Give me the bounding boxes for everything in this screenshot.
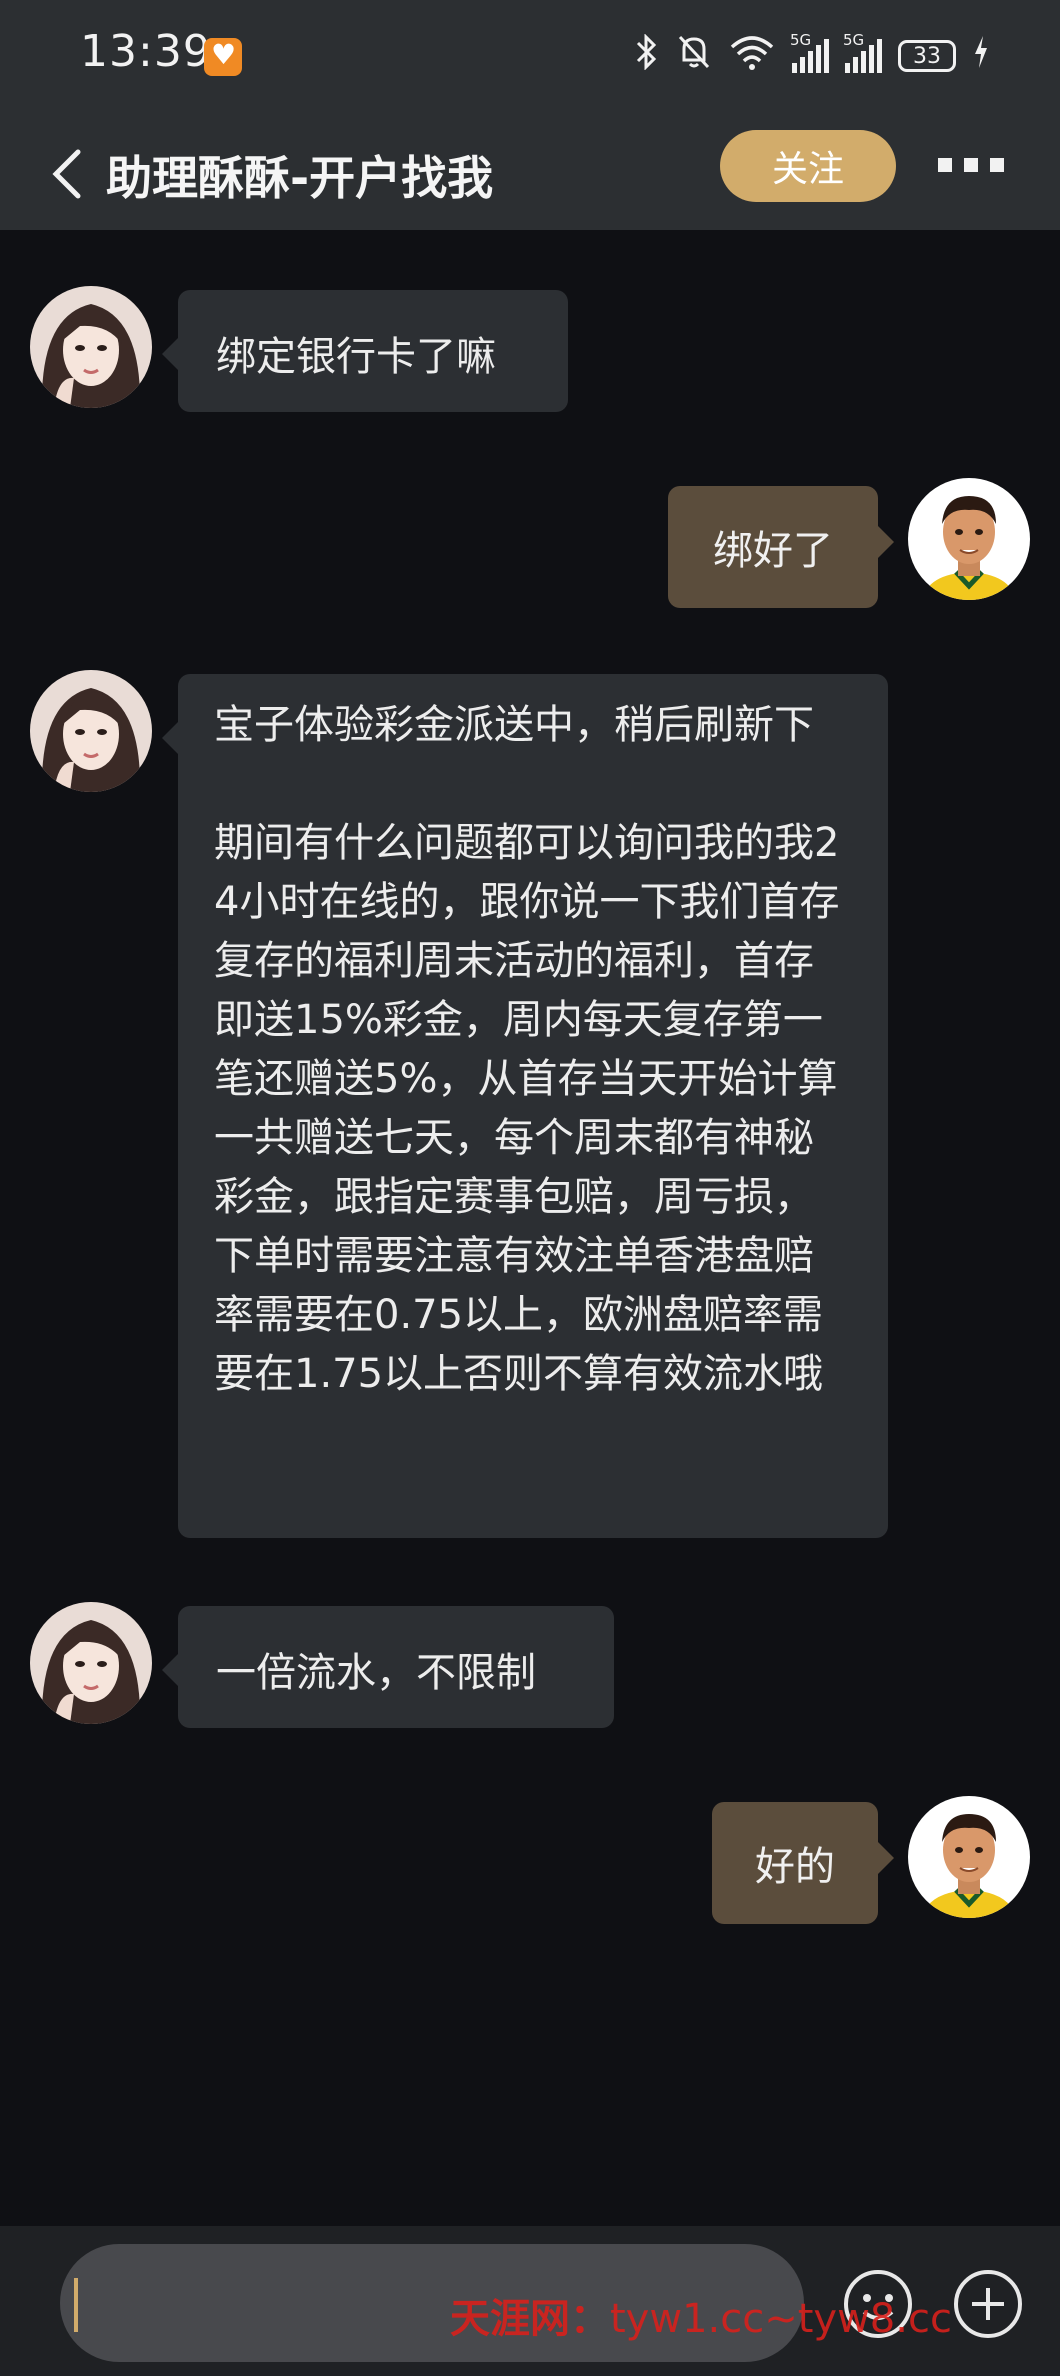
status-bar: 13:39 5G 5G 33 [0,0,1060,118]
battery-icon: 33 [898,40,956,72]
network-type-label: 5G [843,31,865,49]
avatar[interactable] [30,1602,152,1724]
network-type-label: 5G [790,31,812,49]
message-text: 好的 [755,1844,835,1890]
watermark-url: tyw1.cc~tyw8.cc [610,2296,952,2342]
watermark: 天涯网：tyw1.cc~tyw8.cc [450,2286,952,2344]
outgoing-message: 绑好了 [668,486,894,608]
message-text: 一倍流水，不限制 [216,1650,536,1696]
signal-icon: 5G [843,31,882,73]
avatar[interactable] [30,286,152,408]
my-avatar[interactable] [908,478,1030,600]
message-text: 宝子体验彩金派送中，稍后刷新下 期间有什么问题都可以询问我的我24小时在线的，跟… [214,702,840,1397]
back-arrow-icon[interactable] [48,146,88,202]
incoming-message: 宝子体验彩金派送中，稍后刷新下 期间有什么问题都可以询问我的我24小时在线的，跟… [162,674,888,1538]
status-icons: 5G 5G 33 [634,31,990,79]
female-avatar-icon [30,670,152,792]
app-notification-icon [204,38,242,76]
plus-icon[interactable] [952,2268,1024,2340]
outgoing-message: 好的 [712,1802,894,1924]
incoming-message: 绑定银行卡了嘛 [162,290,568,412]
message-text: 绑定银行卡了嘛 [216,334,496,380]
battery-level: 33 [913,43,941,69]
wifi-icon [728,33,776,79]
incoming-message: 一倍流水，不限制 [162,1606,614,1728]
male-avatar-icon [908,478,1030,600]
female-avatar-icon [30,1602,152,1724]
bluetooth-icon [634,33,660,78]
male-avatar-icon [908,1796,1030,1918]
mute-icon [676,33,712,79]
signal-icon: 5G [790,31,829,73]
status-time: 13:39 [80,26,212,77]
message-text: 绑好了 [713,528,833,574]
watermark-brand: 天涯网： [450,2295,610,2342]
chat-header: 助理酥酥-开户找我 关注 [0,118,1060,230]
avatar[interactable] [30,670,152,792]
text-cursor [74,2278,78,2332]
follow-button[interactable]: 关注 [720,130,896,202]
charging-icon [972,34,990,78]
my-avatar[interactable] [908,1796,1030,1918]
more-options-icon[interactable] [938,158,1004,172]
female-avatar-icon [30,286,152,408]
chat-title: 助理酥酥-开户找我 [106,151,494,205]
